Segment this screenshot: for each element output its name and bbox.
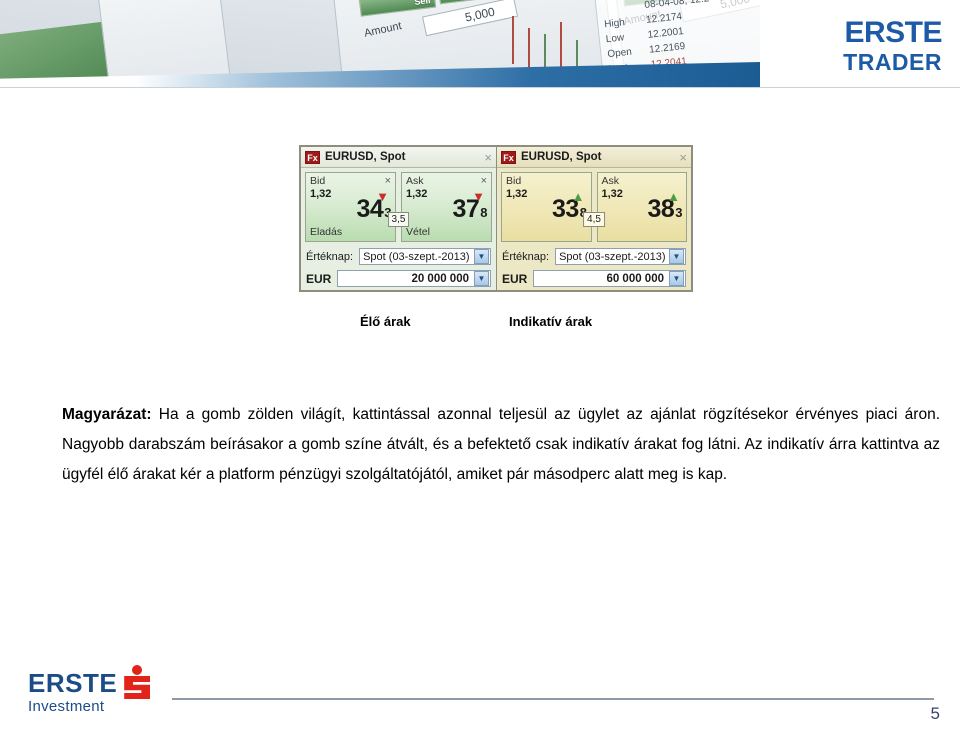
amount-value: 20 000 000 — [411, 272, 469, 285]
bid-close-icon[interactable]: × — [385, 175, 391, 187]
banner-photo: 21 0 Sell 24 0 Buy Amount 5,000 00 Sell … — [0, 0, 760, 88]
value-date-row: Értéknap: Spot (03-szept.-2013) ▼ — [301, 246, 496, 268]
photo-amount-label: Amount — [363, 20, 403, 40]
bid-up-arrow-icon: ▲ — [571, 189, 585, 204]
erste-s-body — [124, 676, 151, 699]
erste-trader-logo-line1: ERSTE — [844, 16, 942, 49]
bid-action-label: Eladás — [310, 226, 343, 238]
fx-titlebar: Fx EURUSD, Spot × — [301, 147, 496, 168]
fx-widget-indicative[interactable]: Fx EURUSD, Spot × Bid 1,32 ▲ 338 4,5 Ask — [496, 146, 692, 291]
erste-investment-logo-top: ERSTE — [28, 665, 151, 699]
value-date-select[interactable]: Spot (03-szept.-2013) ▼ — [359, 248, 491, 265]
ask-header: Ask × — [406, 175, 487, 187]
amount-value: 60 000 000 — [606, 272, 664, 285]
explanation-label: Magyarázat: — [62, 405, 152, 423]
amount-select[interactable]: 20 000 000 ▼ — [337, 270, 491, 287]
fx-icon: Fx — [501, 150, 516, 164]
bid-down-arrow-icon: ▼ — [376, 189, 389, 204]
ask-header: Ask — [602, 175, 683, 187]
bid-label: Bid — [310, 175, 326, 187]
value-date-value: Spot (03-szept.-2013) — [559, 250, 666, 263]
photo-tile-sell-1: 21 0 Sell — [355, 0, 437, 17]
ask-label: Ask — [601, 175, 620, 187]
value-date-label: Értéknap: — [306, 250, 354, 263]
value-date-select[interactable]: Spot (03-szept.-2013) ▼ — [555, 248, 686, 265]
value-date-value: Spot (03-szept.-2013) — [363, 250, 470, 263]
bid-header: Bid × — [310, 175, 391, 187]
ask-action-label: Vétel — [406, 226, 430, 238]
erste-s-symbol-icon — [124, 665, 151, 699]
amount-row: EUR 20 000 000 ▼ — [301, 268, 496, 290]
value-date-label: Értéknap: — [502, 250, 550, 263]
currency-label: EUR — [502, 271, 528, 286]
photo-quote-label — [603, 8, 645, 12]
widget-captions: Élő árak Indikatív árak — [300, 314, 696, 332]
caption-live-prices: Élő árak — [360, 314, 411, 329]
explanation-text: Ha a gomb zölden világít, kattintással a… — [62, 405, 940, 483]
page-footer: ERSTE Investment 5 — [0, 660, 960, 732]
photo-tile-side: Sell — [413, 0, 431, 8]
explanation-paragraph: Magyarázat: Ha a gomb zölden világít, ka… — [62, 400, 940, 490]
bid-panel[interactable]: Bid × 1,32 ▼ 343 Eladás — [305, 172, 396, 242]
ask-pip: 8 — [480, 205, 487, 220]
ask-down-arrow-icon: ▼ — [472, 189, 485, 204]
fx-icon: Fx — [305, 150, 320, 164]
ask-up-arrow-icon: ▲ — [667, 189, 680, 204]
photo-candle — [512, 16, 514, 64]
fx-quote-area: Bid × 1,32 ▼ 343 Eladás 3,5 Ask × 1,32 ▼ — [301, 168, 496, 246]
close-icon[interactable]: × — [484, 151, 492, 164]
bid-label: Bid — [506, 175, 522, 187]
bid-panel[interactable]: Bid 1,32 ▲ 338 — [501, 172, 592, 242]
ask-panel[interactable]: Ask × 1,32 ▼ 378 Vétel — [401, 172, 492, 242]
fx-instrument-title: EURUSD, Spot — [521, 151, 602, 163]
fx-widget-group: Fx EURUSD, Spot × Bid × 1,32 ▼ 343 Eladá… — [300, 146, 692, 291]
chevron-down-icon[interactable]: ▼ — [474, 271, 489, 286]
banner-divider — [0, 87, 960, 88]
photo-candle — [576, 40, 578, 70]
ask-label: Ask — [406, 175, 424, 187]
value-date-row: Értéknap: Spot (03-szept.-2013) ▼ — [497, 246, 691, 268]
caption-indicative-prices: Indikatív árak — [509, 314, 593, 329]
close-icon[interactable]: × — [679, 151, 687, 164]
chevron-down-icon[interactable]: ▼ — [669, 271, 684, 286]
erste-investment-logo: ERSTE Investment — [28, 665, 151, 715]
amount-select[interactable]: 60 000 000 ▼ — [533, 270, 686, 287]
erste-investment-subtitle: Investment — [28, 698, 105, 715]
page-number: 5 — [930, 704, 940, 723]
erste-investment-wordmark: ERSTE — [28, 668, 118, 698]
bid-header: Bid — [506, 175, 587, 187]
ask-close-icon[interactable]: × — [481, 175, 487, 187]
chevron-down-icon[interactable]: ▼ — [474, 249, 489, 264]
erste-trader-logo-line2: TRADER — [843, 49, 942, 75]
fx-instrument-title: EURUSD, Spot — [325, 151, 406, 163]
ask-panel[interactable]: Ask 1,32 ▲ 383 — [596, 172, 687, 242]
page-banner: 21 0 Sell 24 0 Buy Amount 5,000 00 Sell … — [0, 0, 960, 88]
spread-badge: 4,5 — [583, 212, 605, 227]
fx-widget-live[interactable]: Fx EURUSD, Spot × Bid × 1,32 ▼ 343 Eladá… — [300, 146, 496, 291]
photo-tile-value: 21 — [375, 0, 402, 1]
chevron-down-icon[interactable]: ▼ — [669, 249, 684, 264]
currency-label: EUR — [306, 271, 332, 286]
erste-trader-logo: ERSTE TRADER — [843, 18, 942, 74]
fx-titlebar: Fx EURUSD, Spot × — [497, 147, 691, 168]
amount-row: EUR 60 000 000 ▼ — [497, 268, 691, 290]
footer-divider — [172, 698, 934, 700]
fx-quote-area: Bid 1,32 ▲ 338 4,5 Ask 1,32 ▲ 383 — [497, 168, 691, 246]
ask-pip: 3 — [675, 205, 682, 220]
photo-candle — [544, 34, 546, 68]
photo-candle — [528, 28, 530, 68]
photo-candle — [560, 22, 562, 72]
spread-badge: 3,5 — [387, 212, 410, 227]
erste-s-dot — [132, 665, 143, 675]
